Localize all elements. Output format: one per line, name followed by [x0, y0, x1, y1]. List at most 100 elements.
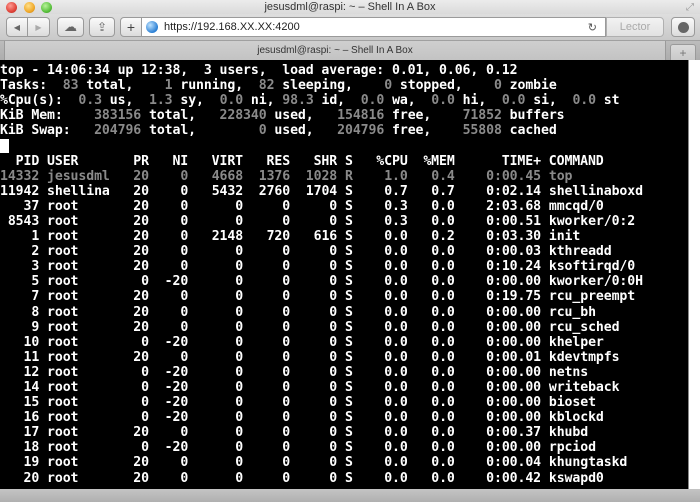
cell-virt: 2148	[188, 229, 244, 245]
cell-cpu: 0.0	[352, 319, 408, 335]
cell-cpu: 0.0	[352, 334, 408, 350]
cell-cpu: 1.0	[352, 168, 408, 184]
process-row: 14 root 0 -20 0 0 0 S 0.0 0.0 0:00.00 wr…	[0, 380, 688, 395]
cell-mem: 0.0	[407, 213, 455, 229]
terminal[interactable]: top - 14:06:34 up 12:38, 3 users, load a…	[0, 60, 688, 489]
url-text[interactable]: https://192.168.XX.XX:4200	[164, 21, 300, 33]
cell-virt: 0	[188, 259, 244, 275]
cell-time: 0:00.45	[454, 168, 542, 184]
process-row: 16 root 0 -20 0 0 0 S 0.0 0.0 0:00.00 kb…	[0, 410, 688, 425]
cell-virt: 0	[188, 274, 244, 290]
cell-ni: 0	[148, 244, 189, 260]
cell-pr: 20	[109, 289, 149, 305]
cell-res: 0	[243, 259, 291, 275]
cell-virt: 0	[188, 213, 244, 229]
cell-pid: 11	[0, 349, 40, 365]
process-row: 8 root 20 0 0 0 0 S 0.0 0.0 0:00.00 rcu_…	[0, 305, 688, 320]
cell-virt: 0	[188, 455, 244, 471]
cell-cpu: 0.0	[352, 440, 408, 456]
icloud-tabs-button[interactable]: ☁	[57, 17, 84, 37]
share-button[interactable]: ⇪	[89, 17, 115, 37]
cell-cpu: 0.0	[352, 289, 408, 305]
add-bookmark-button[interactable]: +	[120, 17, 142, 37]
tab-shell-in-a-box[interactable]: jesusdml@raspi: ~ – Shell In A Box	[4, 41, 666, 61]
cell-cpu: 0.0	[352, 349, 408, 365]
cell-cpu: 0.7	[352, 183, 408, 199]
cell-s: S	[337, 440, 353, 456]
process-table-header: PID USER PR NI VIRT RES SHR S %CPU %MEM …	[0, 153, 604, 169]
cell-pr: 20	[109, 319, 149, 335]
cell-pid: 2	[0, 244, 40, 260]
cell-command: rcu_bh	[541, 304, 643, 320]
cell-res: 0	[243, 425, 291, 441]
reader-button[interactable]: Lector	[606, 17, 664, 37]
cell-mem: 0.0	[407, 319, 455, 335]
cell-mem: 0.2	[407, 229, 455, 245]
cell-res: 0	[243, 244, 291, 260]
process-row: 18 root 0 -20 0 0 0 S 0.0 0.0 0:00.00 rp…	[0, 440, 688, 455]
cell-pid: 8543	[0, 213, 40, 229]
cell-command: kdevtmpfs	[541, 349, 643, 365]
address-bar[interactable]: https://192.168.XX.XX:4200 ↻	[142, 17, 606, 37]
forward-button[interactable]: ▶	[28, 17, 50, 37]
cell-mem: 0.0	[407, 364, 455, 380]
cell-pr: 20	[109, 455, 149, 471]
tasks-running: 1	[164, 78, 173, 94]
process-row: 15 root 0 -20 0 0 0 S 0.0 0.0 0:00.00 bi…	[0, 395, 688, 410]
process-row: 11942 shellina 20 0 5432 2760 1704 S 0.7…	[0, 184, 688, 199]
cell-s: S	[337, 470, 353, 486]
cell-pid: 16	[0, 410, 40, 426]
cell-time: 0:03.30	[454, 229, 542, 245]
downloads-button[interactable]	[671, 17, 695, 37]
cursor-line	[0, 138, 688, 154]
cell-s: S	[337, 198, 353, 214]
cell-mem: 0.7	[407, 183, 455, 199]
cell-virt: 0	[188, 395, 244, 411]
cell-virt: 0	[188, 319, 244, 335]
cell-cpu: 0.0	[352, 455, 408, 471]
cell-shr: 0	[290, 259, 338, 275]
cell-command: khelper	[541, 334, 643, 350]
cell-res: 0	[243, 274, 291, 290]
fullscreen-icon[interactable]: ⤢	[686, 2, 694, 13]
cell-command: rcu_sched	[541, 319, 643, 335]
cell-pr: 0	[109, 395, 149, 411]
back-button[interactable]: ◀	[6, 17, 28, 37]
cell-pr: 20	[109, 259, 149, 275]
cell-res: 0	[243, 304, 291, 320]
cell-pr: 20	[109, 183, 149, 199]
cell-cpu: 0.0	[352, 470, 408, 486]
cell-shr: 0	[290, 440, 338, 456]
cell-time: 0:02.14	[454, 183, 542, 199]
cell-pr: 0	[109, 410, 149, 426]
cell-user: root	[39, 319, 110, 335]
process-row: 7 root 20 0 0 0 0 S 0.0 0.0 0:19.75 rcu_…	[0, 289, 688, 304]
cell-mem: 0.0	[407, 198, 455, 214]
cell-mem: 0.0	[407, 304, 455, 320]
cell-time: 0:00.42	[454, 470, 542, 486]
cell-user: root	[39, 259, 110, 275]
cell-ni: 0	[148, 470, 189, 486]
tasks-line: Tasks: 83 total, 1 running, 82 sleeping,…	[0, 78, 557, 94]
cell-pid: 15	[0, 395, 40, 411]
cell-mem: 0.0	[407, 379, 455, 395]
cell-pr: 0	[109, 440, 149, 456]
scrollbar[interactable]	[688, 60, 700, 489]
tasks-zombie: 0	[493, 78, 502, 94]
cell-cpu: 0.0	[352, 244, 408, 260]
cloud-icon: ☁	[64, 19, 77, 34]
process-row: 14332 jesusdml 20 0 4668 1376 1028 R 1.0…	[0, 169, 688, 184]
cell-user: root	[39, 470, 110, 486]
cell-pid: 11942	[0, 183, 40, 199]
new-tab-button[interactable]: +	[670, 44, 696, 61]
download-icon	[677, 21, 689, 33]
status-bar	[0, 489, 700, 502]
process-row: 20 root 20 0 0 0 0 S 0.0 0.0 0:00.42 ksw…	[0, 471, 688, 486]
cell-ni: 0	[148, 304, 189, 320]
cell-res: 720	[243, 229, 291, 245]
process-row: 5 root 0 -20 0 0 0 S 0.0 0.0 0:00.00 kwo…	[0, 274, 688, 289]
reload-icon[interactable]: ↻	[588, 21, 597, 34]
process-row: 11 root 20 0 0 0 0 S 0.0 0.0 0:00.01 kde…	[0, 350, 688, 365]
cell-s: S	[337, 213, 353, 229]
cell-ni: 0	[148, 213, 189, 229]
